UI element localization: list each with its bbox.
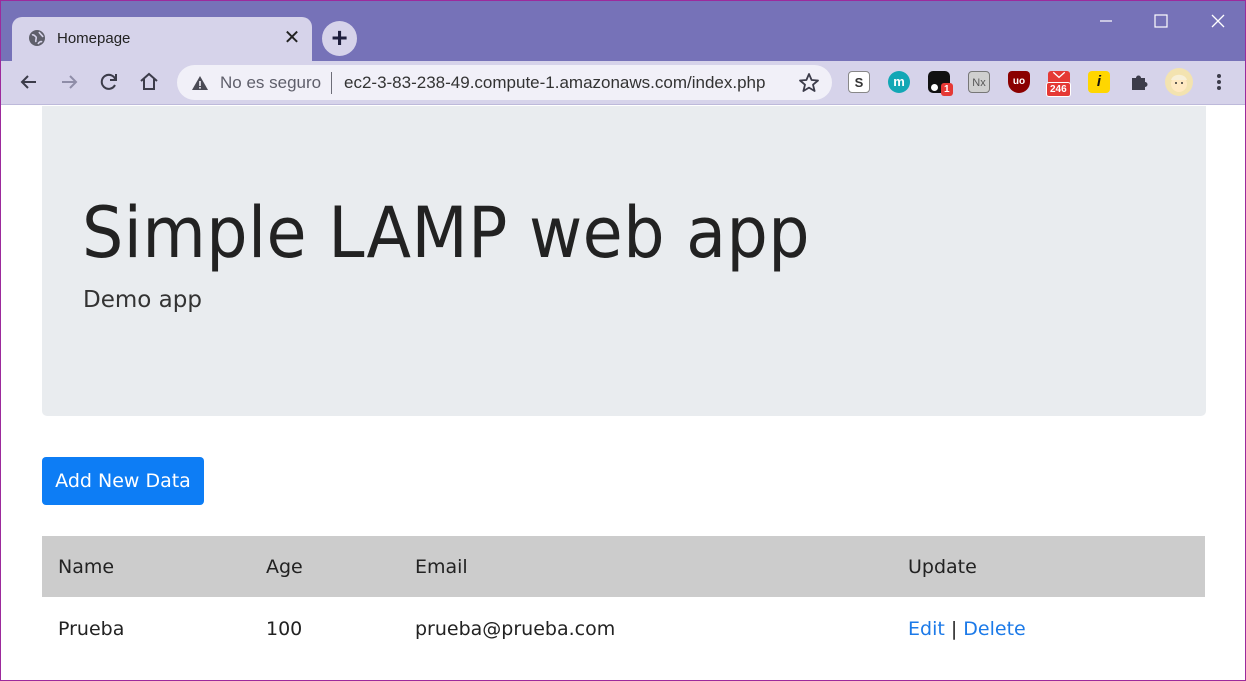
- forward-arrow-icon[interactable]: [56, 69, 82, 95]
- minimize-icon[interactable]: [1091, 9, 1121, 33]
- header-name: Name: [42, 536, 250, 597]
- table-header-row: Name Age Email Update: [42, 536, 1205, 597]
- m-extension-label: m: [893, 74, 905, 89]
- i-extension-label: i: [1096, 73, 1102, 90]
- jumbotron: Simple LAMP web app Demo app: [42, 106, 1206, 416]
- header-age: Age: [250, 536, 399, 597]
- tab-strip: Homepage ✕ +: [1, 1, 1245, 61]
- bookmark-star-icon[interactable]: [797, 71, 821, 95]
- link-separator: |: [950, 618, 958, 640]
- mail-badge: 246: [1046, 82, 1071, 97]
- tab-homepage[interactable]: Homepage ✕: [12, 17, 312, 61]
- omnibox-separator: [331, 72, 332, 94]
- i-extension-icon[interactable]: i: [1088, 71, 1110, 93]
- tab-close-icon[interactable]: ✕: [282, 27, 302, 49]
- notification-extension-icon[interactable]: 1: [928, 71, 953, 96]
- header-email: Email: [399, 536, 892, 597]
- page-content: Simple LAMP web app Demo app Add New Dat…: [1, 106, 1245, 680]
- globe-icon: [29, 30, 45, 46]
- ublock-extension-label: uo: [1012, 76, 1026, 87]
- nx-extension-label: Nx: [972, 77, 986, 89]
- address-bar[interactable]: No es seguro ec2-3-83-238-49.compute-1.a…: [177, 65, 832, 100]
- back-arrow-icon[interactable]: [16, 69, 42, 95]
- mail-extension-icon[interactable]: 246: [1046, 71, 1071, 97]
- security-label[interactable]: No es seguro: [220, 73, 321, 93]
- ublock-shield-icon[interactable]: uo: [1008, 71, 1030, 93]
- menu-kebab-icon[interactable]: [1208, 71, 1230, 93]
- table-row: Prueba 100 prueba@prueba.com Edit | Dele…: [42, 597, 1205, 661]
- delete-link[interactable]: Delete: [963, 618, 1025, 640]
- m-extension-icon[interactable]: m: [888, 71, 910, 93]
- header-update: Update: [892, 536, 1205, 597]
- page-subtitle: Demo app: [83, 287, 202, 313]
- warning-icon[interactable]: [191, 74, 209, 92]
- home-icon[interactable]: [136, 69, 162, 95]
- data-table: Name Age Email Update Prueba 100 prueba@…: [42, 536, 1205, 661]
- nx-extension-icon[interactable]: Nx: [968, 71, 990, 93]
- notification-badge: 1: [941, 83, 953, 96]
- dot-icon: [931, 84, 938, 91]
- browser-toolbar: No es seguro ec2-3-83-238-49.compute-1.a…: [1, 61, 1245, 105]
- close-window-icon[interactable]: [1203, 9, 1233, 33]
- cell-name: Prueba: [58, 618, 125, 640]
- maximize-icon[interactable]: [1146, 9, 1176, 33]
- cell-age: 100: [266, 618, 303, 640]
- s-extension-icon[interactable]: S: [848, 71, 870, 93]
- s-extension-label: S: [854, 75, 864, 90]
- page-title: Simple LAMP web app: [82, 192, 811, 274]
- profile-avatar-icon[interactable]: [1165, 68, 1193, 96]
- tab-title: Homepage: [57, 30, 131, 47]
- cell-update: Edit | Delete: [892, 597, 1205, 661]
- browser-window: Homepage ✕ + No es seguro ec2-3-83-238-4…: [0, 0, 1246, 681]
- cell-email: prueba@prueba.com: [415, 618, 616, 640]
- edit-link[interactable]: Edit: [908, 618, 945, 640]
- add-new-data-button[interactable]: Add New Data: [42, 457, 204, 505]
- new-tab-button[interactable]: +: [322, 21, 357, 56]
- reload-icon[interactable]: [96, 69, 122, 95]
- puzzle-icon[interactable]: [1128, 71, 1150, 93]
- url-text[interactable]: ec2-3-83-238-49.compute-1.amazonaws.com/…: [344, 73, 765, 93]
